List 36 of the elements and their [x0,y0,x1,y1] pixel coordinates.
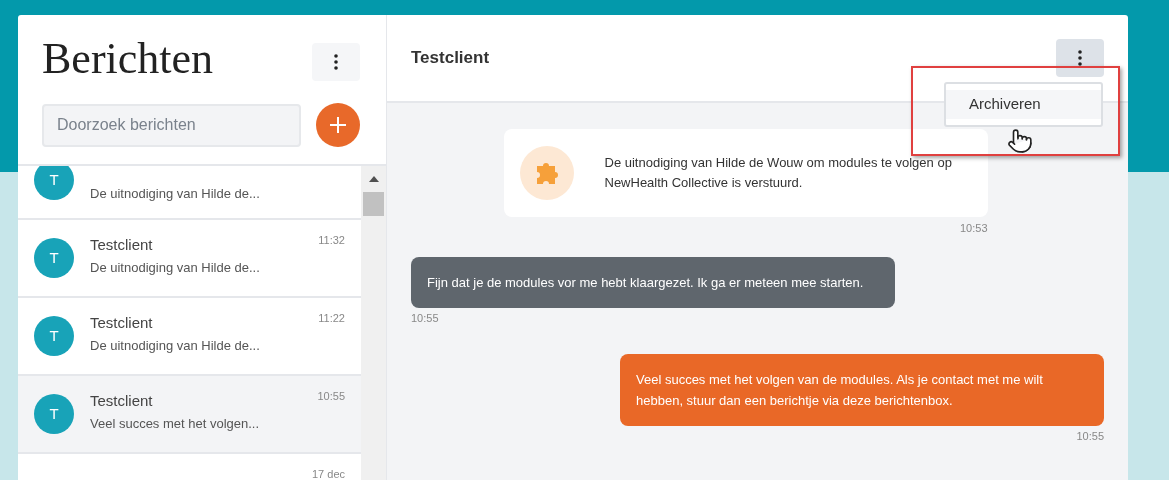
contact-name: Testclient [90,236,154,254]
conversation-item[interactable]: T De uitnodiging van Hilde de... [18,166,361,220]
search-field[interactable]: Doorzoek berichten [42,103,301,147]
notification-text: De uitnodiging van Hilde de Wouw om modules te volgen op NewHealth Collective is verstuurd. [604,154,953,192]
message-time: 10:53 [958,221,988,236]
more-icon [334,53,338,70]
contact-name: Testclient [90,392,154,410]
scroll-thumb[interactable] [363,192,384,216]
plus-icon [329,116,347,134]
message-time: 11:32 [318,233,345,248]
avatar: T [34,238,74,278]
add-button[interactable] [316,103,360,147]
message-preview: De uitnodiging van Hilde de... [90,259,261,277]
message-time: 10:55 [411,310,440,326]
hand-cursor-icon [1007,128,1033,154]
conversation-item[interactable]: T Testclient Veel succes met het volgen... 10:55 [18,376,361,454]
message-bubble: Fijn dat je de modules vor me hebt klaargezet. Ik ga er meteen mee starten. [411,256,895,308]
avatar: T [34,316,74,356]
scrollbar[interactable] [361,166,386,480]
page-title: Berichten [42,35,214,83]
message-time: 11:22 [318,311,345,326]
message-bubble: Veel succes met het volgen van de modules. Als je contact met me wilt hebben, stuur dan een berichtje via deze berichtenbox. [620,354,1104,426]
message-time: 10:55 [1075,429,1104,444]
avatar: T [34,394,74,434]
contact-name: Testclient [90,314,154,332]
message-preview: De uitnodiging van Hilde de... [90,185,261,203]
avatar: T [34,166,74,200]
more-button[interactable] [1056,39,1104,77]
message-preview: Veel succes met het volgen... [90,415,261,433]
message-preview: De uitnodiging van Hilde de... [90,337,261,355]
message-time: 10:55 [317,389,345,404]
message-time: 17 dec [311,467,345,480]
chat-title: Testclient [411,47,490,70]
more-icon [1078,50,1082,66]
menu-item[interactable]: Archiveren [946,90,1101,119]
scroll-up-icon[interactable] [368,176,379,182]
